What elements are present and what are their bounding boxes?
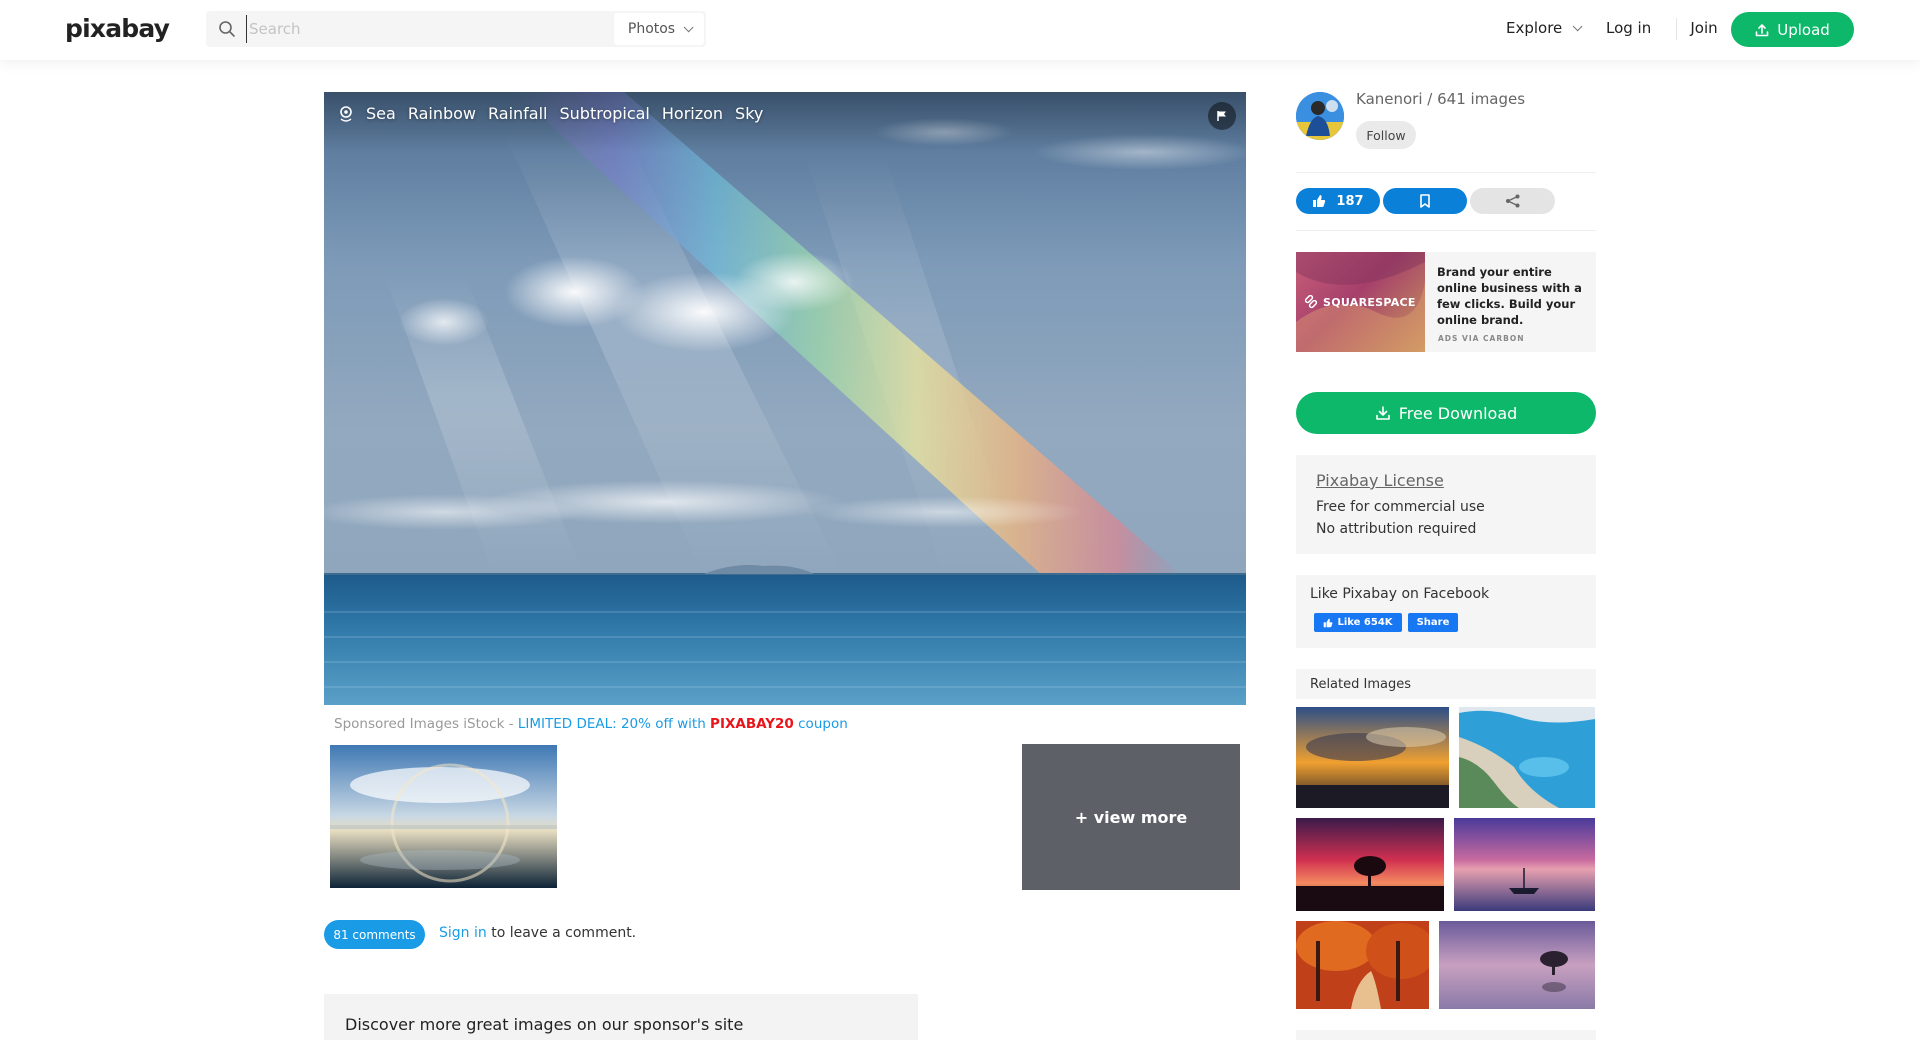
media-type-dropdown[interactable]: Photos <box>614 13 704 45</box>
ad-brand-label: SQUARESPACE <box>1323 295 1416 309</box>
license-box: Pixabay License Free for commercial use … <box>1296 455 1596 554</box>
related-image[interactable] <box>1439 921 1595 1009</box>
license-link[interactable]: Pixabay License <box>1316 471 1444 490</box>
chevron-down-icon <box>683 21 694 32</box>
view-more-button[interactable]: + view more <box>1022 744 1240 890</box>
facebook-title: Like Pixabay on Facebook <box>1310 586 1490 602</box>
bookmark-icon <box>1420 194 1430 208</box>
photo-tags: Sea Rainbow Rainfall Subtropical Horizon… <box>338 104 763 123</box>
follow-button[interactable]: Follow <box>1356 121 1416 149</box>
sponsored-prefix: Sponsored Images iStock - <box>334 716 518 732</box>
deal-link[interactable]: LIMITED DEAL: 20% off with <box>518 716 710 732</box>
login-link[interactable]: Log in <box>1606 19 1651 37</box>
sponsored-image[interactable] <box>330 745 557 888</box>
flag-icon <box>1217 111 1226 121</box>
ads-via-carbon[interactable]: ADS VIA CARBON <box>1438 334 1525 343</box>
facebook-box: Like Pixabay on Facebook Like 654K Share <box>1296 575 1596 648</box>
search-icon <box>219 21 235 37</box>
related-image[interactable] <box>1296 707 1449 808</box>
related-red-tree-sky <box>1296 818 1444 911</box>
discover-text: Discover more great images on our sponso… <box>345 1015 744 1034</box>
join-link[interactable]: Join <box>1676 19 1732 37</box>
discover-box: Discover more great images on our sponso… <box>324 994 918 1040</box>
pixabay-logo[interactable]: pixabay <box>65 14 170 43</box>
author-avatar[interactable] <box>1296 92 1344 140</box>
related-images-title: Related Images <box>1310 677 1411 692</box>
avatar-photo <box>1296 92 1344 140</box>
thumbs-up-icon <box>1324 618 1333 627</box>
sponsored-rainbow-photo <box>330 745 557 888</box>
share-icon <box>1505 194 1519 208</box>
main-photo[interactable]: Sea Rainbow Rainfall Subtropical Horizon… <box>324 92 1246 705</box>
report-button[interactable] <box>1208 102 1236 130</box>
thumbs-up-icon <box>1313 195 1326 207</box>
tag-sea[interactable]: Sea <box>366 104 396 123</box>
facebook-like-label: Like 654K <box>1337 617 1393 628</box>
license-attribution: No attribution required <box>1316 521 1477 537</box>
like-count: 187 <box>1336 193 1364 209</box>
tag-subtropical[interactable]: Subtropical <box>559 104 649 123</box>
search-input[interactable] <box>246 15 606 43</box>
facebook-share-button[interactable]: Share <box>1408 613 1458 632</box>
upload-button[interactable]: Upload <box>1731 12 1854 47</box>
sidebar-bottom-box <box>1296 1030 1596 1040</box>
search-bar: Photos <box>206 11 706 47</box>
related-image[interactable] <box>1296 818 1444 911</box>
author-image-count[interactable]: 641 images <box>1437 90 1525 108</box>
related-autumn-path <box>1296 921 1429 1009</box>
coupon-code[interactable]: PIXABAY20 <box>710 716 794 732</box>
like-button[interactable]: 187 <box>1296 188 1380 214</box>
divider <box>1296 230 1596 231</box>
sign-in-link[interactable]: Sign in <box>439 925 487 941</box>
tag-rainfall[interactable]: Rainfall <box>488 104 547 123</box>
author-name[interactable]: Kanenori <box>1356 90 1423 108</box>
explore-label: Explore <box>1506 19 1563 37</box>
sponsored-line: Sponsored Images iStock - LIMITED DEAL: … <box>334 716 848 732</box>
chevron-down-icon <box>1572 20 1583 31</box>
squarespace-logo-icon <box>1304 295 1318 309</box>
upload-label: Upload <box>1777 20 1830 39</box>
upload-icon <box>1755 23 1769 36</box>
tag-sky[interactable]: Sky <box>735 104 763 123</box>
related-navagio-beach <box>1459 707 1595 808</box>
related-boat-dusk <box>1454 818 1595 911</box>
tag-rainbow[interactable]: Rainbow <box>408 104 476 123</box>
tag-horizon[interactable]: Horizon <box>662 104 723 123</box>
related-image[interactable] <box>1459 707 1595 808</box>
free-download-button[interactable]: Free Download <box>1296 392 1596 434</box>
related-image[interactable] <box>1296 921 1429 1009</box>
ad-image: SQUARESPACE <box>1296 252 1425 352</box>
author-separator: / <box>1422 90 1438 108</box>
location-pin-icon <box>340 105 352 122</box>
coupon-suffix[interactable]: coupon <box>794 716 848 732</box>
related-images-header: Related Images <box>1296 669 1596 699</box>
signin-prompt: Sign in to leave a comment. <box>439 925 636 941</box>
page: pixabay Photos Explore Log in Join Uploa… <box>0 0 1920 1040</box>
carbon-ad[interactable]: SQUARESPACE Brand your entire online bus… <box>1296 252 1596 352</box>
save-to-collection-button[interactable] <box>1383 188 1467 214</box>
download-icon <box>1375 406 1390 420</box>
ad-brand: SQUARESPACE <box>1303 295 1416 309</box>
related-sunset-clouds <box>1296 707 1449 808</box>
author-info: Kanenori / 641 images <box>1356 90 1525 108</box>
free-download-label: Free Download <box>1398 403 1518 423</box>
divider <box>1296 172 1596 173</box>
related-image[interactable] <box>1454 818 1595 911</box>
related-lone-tree-lake <box>1439 921 1595 1009</box>
media-type-label: Photos <box>627 21 676 37</box>
rainbow-sea-photo <box>324 92 1246 705</box>
license-commercial: Free for commercial use <box>1316 499 1485 515</box>
explore-menu[interactable]: Explore <box>1506 19 1583 37</box>
facebook-like-button[interactable]: Like 654K <box>1314 613 1402 632</box>
share-button[interactable] <box>1470 188 1555 214</box>
comments-count-button[interactable]: 81 comments <box>324 920 425 949</box>
ad-text: Brand your entire online business with a… <box>1437 265 1582 327</box>
sign-in-suffix: to leave a comment. <box>486 925 637 941</box>
top-header: pixabay Photos Explore Log in Join Uploa… <box>0 0 1920 60</box>
